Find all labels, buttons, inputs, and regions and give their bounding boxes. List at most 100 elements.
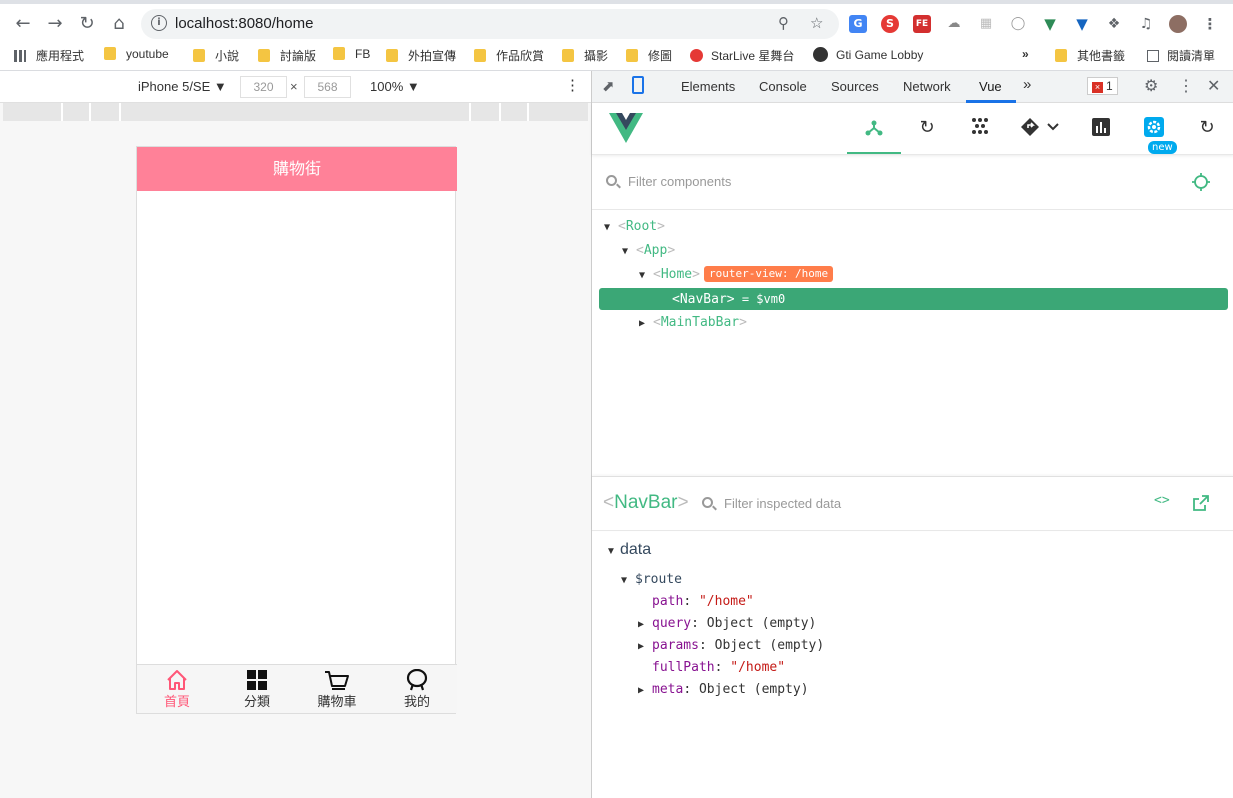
collapsed-arrow-icon[interactable]: ▶ — [638, 680, 652, 702]
width-input[interactable]: 320 — [240, 76, 287, 98]
folder-icon — [193, 49, 205, 62]
tab-home[interactable]: 首頁 — [137, 665, 217, 714]
reload-icon[interactable]: ↻ — [76, 13, 98, 35]
filter-inspected-input[interactable]: Filter inspected data — [724, 496, 841, 511]
open-in-editor-icon[interactable] — [1193, 495, 1209, 515]
fe-ext-icon[interactable]: FE — [913, 15, 931, 33]
tree-node-maintabbar[interactable]: ▶ <MainTabBar> — [639, 312, 747, 334]
vue-logo-icon — [609, 113, 643, 147]
route-property[interactable]: ▼ $route — [621, 569, 682, 591]
expanded-arrow-icon[interactable]: ▼ — [622, 241, 636, 263]
avatar[interactable] — [1169, 15, 1187, 33]
filter-components-input[interactable]: Filter components — [628, 174, 731, 189]
refresh-icon[interactable]: ↻ — [1196, 117, 1218, 139]
bookmark-star-icon[interactable]: ☆ — [810, 14, 823, 32]
bookmark-outdoor[interactable]: 外拍宣傳 — [386, 47, 456, 64]
bookmark-novel[interactable]: 小說 — [193, 47, 239, 64]
bookmark-label: 外拍宣傳 — [408, 49, 457, 63]
settings-gear-icon[interactable]: ⚙ — [1144, 76, 1158, 96]
cloud-ext-icon[interactable]: ☁ — [945, 15, 963, 33]
collapsed-arrow-icon[interactable]: ▶ — [638, 636, 652, 658]
route-field-query[interactable]: ▶ query: Object (empty) — [638, 613, 816, 635]
vue-settings-icon[interactable] — [1143, 117, 1165, 139]
bookmark-gti[interactable]: Gti Game Lobby — [813, 47, 923, 62]
expanded-arrow-icon[interactable]: ▼ — [621, 570, 635, 592]
circle-ext-icon[interactable]: ◯ — [1009, 15, 1027, 33]
tab-console[interactable]: Console — [759, 79, 807, 94]
tree-node-app[interactable]: ▼ <App> — [622, 240, 675, 262]
tree-node-home[interactable]: ▼ <Home> router-view: /home — [639, 264, 834, 287]
bookmark-reading-list[interactable]: 閱讀清單 — [1147, 47, 1215, 64]
route-field-meta[interactable]: ▶ meta: Object (empty) — [638, 679, 809, 701]
device-toggle-icon[interactable] — [632, 76, 644, 94]
bookmark-forum[interactable]: 討論版 — [258, 47, 316, 64]
bookmark-retouch[interactable]: 修圖 — [626, 47, 672, 64]
grid-ext-icon[interactable]: ▦ — [977, 15, 995, 33]
media-query-ruler[interactable] — [3, 103, 588, 121]
zoom-icon[interactable]: ⚲ — [778, 14, 789, 32]
tab-sources[interactable]: Sources — [831, 79, 879, 94]
close-devtools-icon[interactable]: ✕ — [1207, 76, 1220, 96]
site-info-icon[interactable]: i — [151, 15, 167, 31]
bookmark-works[interactable]: 作品欣賞 — [474, 47, 544, 64]
data-section-header[interactable]: ▼ data — [606, 539, 651, 561]
back-icon[interactable]: ← — [12, 13, 34, 35]
bookmark-photo[interactable]: 攝影 — [562, 47, 608, 64]
components-tree-icon[interactable] — [863, 117, 885, 139]
search-icon — [702, 497, 713, 508]
expanded-arrow-icon[interactable]: ▼ — [639, 265, 653, 287]
media-icon[interactable]: ♫ — [1137, 15, 1155, 33]
tag-open: < — [653, 267, 661, 282]
zoom-select[interactable]: 100% ▼ — [370, 79, 420, 94]
tab-profile[interactable]: 我的 — [377, 665, 457, 714]
more-tabs[interactable]: » — [1023, 76, 1031, 93]
select-component-target-icon[interactable] — [1192, 173, 1210, 195]
puzzle-icon[interactable]: ❖ — [1105, 15, 1123, 33]
router-dropdown-icon[interactable] — [1020, 117, 1060, 139]
tab-category[interactable]: 分類 — [217, 665, 297, 714]
v-ext-icon[interactable]: ▼ — [1073, 15, 1091, 33]
error-icon: × — [1092, 82, 1103, 93]
starlive-icon — [690, 49, 703, 62]
bookmark-youtube[interactable]: youtube — [104, 47, 169, 61]
forward-icon[interactable]: → — [44, 13, 66, 35]
active-view-indicator — [847, 152, 901, 154]
translate-ext-icon[interactable]: G — [849, 15, 867, 33]
expanded-arrow-icon[interactable]: ▼ — [606, 541, 620, 563]
expanded-arrow-icon[interactable]: ▼ — [604, 217, 618, 239]
devtools-menu-icon[interactable]: ⋮ — [1178, 76, 1194, 96]
url-text[interactable]: localhost:8080/home — [175, 15, 313, 32]
s-ext-icon[interactable]: S — [881, 15, 899, 33]
tab-label: 購物車 — [317, 695, 357, 710]
folder-icon — [333, 47, 345, 60]
tab-vue[interactable]: Vue — [979, 79, 1002, 94]
bookmark-apps[interactable]: 應用程式 — [14, 47, 84, 64]
error-counter[interactable]: × 1 — [1087, 77, 1118, 95]
tree-node-navbar-selected[interactable]: <NavBar> = $vm0 — [599, 288, 1228, 310]
menu-kebab-icon[interactable]: ⋮ — [1201, 15, 1219, 33]
tab-elements[interactable]: Elements — [681, 79, 735, 94]
collapsed-arrow-icon[interactable]: ▶ — [638, 614, 652, 636]
code-view-icon[interactable]: <> — [1154, 493, 1170, 508]
device-select[interactable]: iPhone 5/SE ▼ — [138, 79, 227, 94]
tab-cart[interactable]: 購物車 — [297, 665, 377, 714]
timeline-history-icon[interactable]: ↻ — [916, 117, 938, 139]
bookmark-label: 應用程式 — [36, 49, 85, 63]
bookmark-starlive[interactable]: StarLive 星舞台 — [690, 47, 794, 64]
route-field-params[interactable]: ▶ params: Object (empty) — [638, 635, 824, 657]
height-input[interactable]: 568 — [304, 76, 351, 98]
component-name: NavBar — [614, 492, 678, 513]
bookmark-other[interactable]: 其他書籤 — [1055, 47, 1125, 64]
vue-ext-icon[interactable]: ▼ — [1041, 15, 1059, 33]
tree-node-root[interactable]: ▼ <Root> — [604, 216, 665, 238]
inspect-element-icon[interactable]: ⬈ — [602, 77, 615, 95]
collapsed-arrow-icon[interactable]: ▶ — [639, 313, 653, 335]
performance-chart-icon[interactable] — [1090, 117, 1112, 139]
tab-network[interactable]: Network — [903, 79, 951, 94]
bookmarks-overflow[interactable]: » — [1022, 47, 1029, 61]
address-bar[interactable]: i localhost:8080/home ⚲ ☆ — [141, 9, 839, 39]
device-more-icon[interactable]: ⋮ — [565, 76, 580, 94]
home-icon[interactable]: ⌂ — [108, 13, 130, 35]
vuex-dots-icon[interactable] — [969, 117, 991, 139]
bookmark-fb[interactable]: FB — [333, 47, 370, 61]
